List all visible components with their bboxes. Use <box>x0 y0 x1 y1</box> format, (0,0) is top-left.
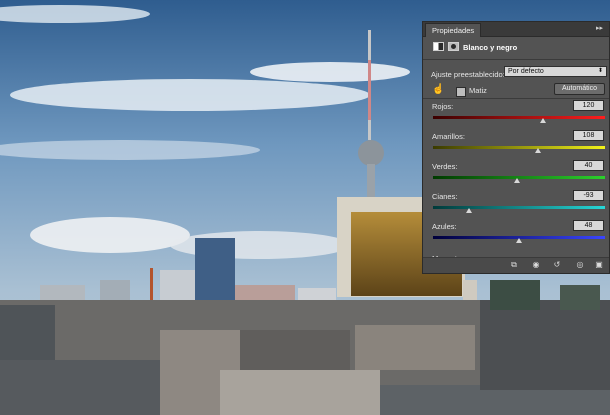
panel-tab-bar: Propiedades ▸▸ <box>423 22 609 37</box>
preset-dropdown[interactable]: Por defecto ⬍ <box>504 66 607 77</box>
reset-icon[interactable]: ↺ <box>552 261 562 269</box>
slider-track[interactable] <box>433 116 605 119</box>
slider-row: Amarillos: 108 <box>423 130 609 160</box>
slider-value-field[interactable]: 120 <box>573 100 604 111</box>
on-image-adjust-hand-icon[interactable]: ☝ <box>432 84 444 95</box>
divider <box>423 98 609 99</box>
slider-value-field[interactable]: 108 <box>573 130 604 141</box>
panel-title: Blanco y negro <box>463 43 518 52</box>
adjustment-layer-icon <box>433 42 444 51</box>
slider-thumb[interactable] <box>466 208 473 213</box>
panel-bottom-toolbar: ⧉ ◉ ↺ ◎ ▣ <box>423 257 609 273</box>
slider-row: Rojos: 120 <box>423 100 609 130</box>
slider-track[interactable] <box>433 146 605 149</box>
slider-label: Azules: <box>432 222 457 231</box>
tab-properties[interactable]: Propiedades <box>425 23 482 37</box>
visibility-eye-icon[interactable]: ◎ <box>575 261 585 269</box>
slider-row: Verdes: 40 <box>423 160 609 190</box>
slider-label: Amarillos: <box>432 132 465 141</box>
chevron-down-icon: ⬍ <box>597 68 603 74</box>
auto-button[interactable]: Automático <box>554 83 605 95</box>
double-chevron-right-icon[interactable]: ▸▸ <box>596 23 603 35</box>
slider-track[interactable] <box>433 206 605 209</box>
slider-row: Cianes: -93 <box>423 190 609 220</box>
slider-thumb[interactable] <box>534 148 541 153</box>
divider <box>423 59 609 60</box>
slider-label: Cianes: <box>432 192 458 201</box>
clip-to-layer-icon[interactable]: ⧉ <box>509 261 519 269</box>
slider-row: Azules: 48 <box>423 220 609 250</box>
slider-thumb[interactable] <box>514 178 521 183</box>
slider-label: Rojos: <box>432 102 454 111</box>
slider-thumb[interactable] <box>540 118 547 123</box>
preset-value: Por defecto <box>508 68 544 75</box>
layer-mask-icon[interactable] <box>448 42 459 51</box>
adjustment-title-row: Blanco y negro <box>423 39 609 57</box>
slider-value-field[interactable]: -93 <box>573 190 604 201</box>
tint-checkbox[interactable] <box>456 87 466 97</box>
slider-label: Verdes: <box>432 162 458 171</box>
trash-icon[interactable]: ▣ <box>594 261 604 269</box>
view-previous-icon[interactable]: ◉ <box>531 261 541 269</box>
properties-panel: Propiedades ▸▸ Blanco y negro Ajuste pre… <box>422 21 610 274</box>
slider-value-field[interactable]: 48 <box>573 220 604 231</box>
slider-thumb[interactable] <box>516 238 522 243</box>
preset-label: Ajuste preestablecido: <box>431 70 505 79</box>
tint-label: Matiz <box>469 86 487 95</box>
slider-value-field[interactable]: 40 <box>573 160 604 171</box>
